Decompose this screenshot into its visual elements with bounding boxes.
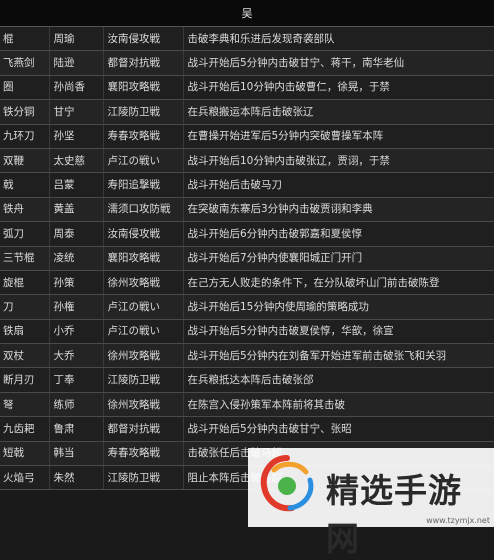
officer-cell: 孙尚香 (49, 75, 104, 101)
officer-cell: 孙坚 (49, 124, 104, 149)
table-row: 棍周瑜 汝南侵攻戦 击破李典和乐进后发现奇袭部队 (0, 27, 494, 52)
watermark-url: www.tzymjx.net (426, 516, 490, 525)
condition-cell: 战斗开始后6分钟内击破郭嘉和夏侯惇 (183, 221, 494, 247)
weapon-cell: 断月刃 (0, 367, 50, 393)
weapon-cell: 九齿耙 (0, 416, 50, 442)
table-row: 断月刃 丁奉 江陵防卫戦 在兵粮抵达本阵后击破张郃 (0, 367, 494, 393)
officer-cell: 孙策 (49, 270, 104, 296)
stage-cell: 卢江の戦い (103, 148, 184, 174)
officer-cell: 韩当 (49, 441, 104, 467)
condition-cell: 战斗开始后15分钟内使周瑜的策略成功 (183, 294, 494, 320)
stage-cell: 襄阳攻略戦 (103, 246, 184, 271)
table-row: 弧刀 周泰 汝南侵攻戦 战斗开始后6分钟内击破郭嘉和夏侯惇 (0, 221, 494, 247)
stage-cell: 寿春攻略戦 (103, 124, 184, 149)
table-row: 三节棍 凌统 襄阳攻略戦 战斗开始后7分钟内使襄阳城正门开门 (0, 246, 494, 271)
condition-cell: 战斗开始后5分钟内击破夏侯惇，华歆，徐宣 (183, 319, 494, 345)
stage-cell: 徐州攻略戦 (103, 343, 184, 369)
table-row: 弩练师 徐州攻略戦 在陈宫入侵孙策军本阵前将其击破 (0, 392, 494, 418)
weapon-cell: 火焔弓 (0, 465, 50, 491)
condition-cell: 在陈宫入侵孙策军本阵前将其击破 (183, 392, 494, 418)
table-row: 飞燕剑 陆逊 都督对抗戦 战斗开始后5分钟内击破甘宁、蒋干，南华老仙 (0, 50, 494, 76)
officer-cell: 周泰 (49, 221, 104, 247)
weapon-table-image: 吴 棍周瑜 汝南侵攻戦 击破李典和乐进后发现奇袭部队 飞燕剑 陆逊 都督对抗戦 战斗开始后5… (0, 0, 494, 558)
weapon-cell: 圈 (0, 75, 50, 101)
condition-cell: 在兵粮抵达本阵后击破张郃 (183, 367, 494, 393)
table-row: 九齿耙 鲁肃 都督对抗戦 战斗开始后5分钟内击破甘宁、张昭 (0, 416, 494, 442)
stage-cell: 江陵防卫戦 (103, 367, 184, 393)
table-row: 铁舟 黄盖 濡须口攻防戦 在突破南东寨后3分钟内击破贾诩和李典 (0, 197, 494, 223)
weapon-cell: 铁舟 (0, 197, 50, 223)
stage-cell: 汝南侵攻戦 (103, 27, 184, 52)
stage-cell: 徐州攻略戦 (103, 270, 184, 296)
officer-cell: 黄盖 (49, 197, 104, 223)
officer-cell: 周瑜 (49, 27, 104, 52)
condition-cell: 在突破南东寨后3分钟内击破贾诩和李典 (183, 197, 494, 223)
weapon-cell: 三节棍 (0, 246, 50, 271)
officer-cell: 大乔 (49, 343, 104, 369)
stage-cell: 徐州攻略戦 (103, 392, 184, 418)
table-row: 旋棍 孙策 徐州攻略戦 在己方无人败走的条件下，在分队破坏山门前击破陈登 (0, 270, 494, 296)
officer-cell: 鲁肃 (49, 416, 104, 442)
condition-cell: 战斗开始后5分钟内击破甘宁、蒋干，南华老仙 (183, 50, 494, 76)
officer-cell: 朱然 (49, 465, 104, 491)
table-row: 铁分铜 甘宁 江陵防卫戦 在兵粮搬运本阵后击破张辽 (0, 99, 494, 125)
condition-cell: 战斗开始后7分钟内使襄阳城正门开门 (183, 246, 494, 271)
stage-cell: 寿春攻略戦 (103, 441, 184, 467)
weapon-cell: 旋棍 (0, 270, 50, 296)
table-row: 戟吕蒙 寿阳追撃戦 战斗开始后击破马刀 (0, 172, 494, 198)
condition-cell: 战斗开始后5分钟内在刘备军开始进军前击破张飞和关羽 (183, 343, 494, 369)
weapon-cell: 弩 (0, 392, 50, 418)
stage-cell: 都督对抗戦 (103, 416, 184, 442)
condition-cell: 在己方无人败走的条件下，在分队破坏山门前击破陈登 (183, 270, 494, 296)
condition-cell: 战斗开始后击破马刀 (183, 172, 494, 198)
site-logo-icon (260, 455, 314, 512)
officer-cell: 丁奉 (49, 367, 104, 393)
stage-cell: 襄阳攻略戦 (103, 75, 184, 101)
condition-cell: 战斗开始后10分钟内击破张辽，贾诩，于禁 (183, 148, 494, 174)
stage-cell: 寿阳追撃戦 (103, 172, 184, 198)
table-row: 九环刀 孙坚 寿春攻略戦 在曹操开始进军后5分钟内突破曹操军本阵 (0, 124, 494, 149)
condition-cell: 战斗开始后10分钟内击破曹仁，徐晃，于禁 (183, 75, 494, 101)
weapon-cell: 飞燕剑 (0, 50, 50, 76)
table-row: 圈孙尚香 襄阳攻略戦 战斗开始后10分钟内击破曹仁，徐晃，于禁 (0, 75, 494, 101)
watermark-text: 精选手游网 (326, 471, 462, 558)
weapon-cell: 铁分铜 (0, 99, 50, 125)
officer-cell: 凌统 (49, 246, 104, 271)
stage-cell: 卢江の戦い (103, 319, 184, 345)
weapon-cell: 双鞭 (0, 148, 50, 174)
table-row: 铁扇 小乔 卢江の戦い 战斗开始后5分钟内击破夏侯惇，华歆，徐宣 (0, 319, 494, 345)
officer-cell: 甘宁 (49, 99, 104, 125)
weapon-cell: 戟 (0, 172, 50, 198)
weapon-cell: 双杖 (0, 343, 50, 369)
site-watermark: 精选手游网 www.tzymjx.net (248, 448, 494, 558)
officer-cell: 陆逊 (49, 50, 104, 76)
weapon-cell: 棍 (0, 27, 50, 52)
weapon-cell: 刀 (0, 294, 50, 320)
stage-cell: 江陵防卫戦 (103, 465, 184, 491)
condition-cell: 在曹操开始进军后5分钟内突破曹操军本阵 (183, 124, 494, 149)
officer-cell: 孙権 (49, 294, 104, 320)
officer-cell: 太史慈 (49, 148, 104, 174)
table-row: 双杖 大乔 徐州攻略戦 战斗开始后5分钟内在刘备军开始进军前击破张飞和关羽 (0, 343, 494, 369)
officer-cell: 练师 (49, 392, 104, 418)
table-row: 刀孙権 卢江の戦い 战斗开始后15分钟内使周瑜的策略成功 (0, 294, 494, 320)
stage-cell: 濡须口攻防戦 (103, 197, 184, 223)
condition-cell: 在兵粮搬运本阵后击破张辽 (183, 99, 494, 125)
officer-cell: 小乔 (49, 319, 104, 345)
weapon-cell: 短戟 (0, 441, 50, 467)
stage-cell: 卢江の戦い (103, 294, 184, 320)
condition-cell: 战斗开始后5分钟内击破甘宁、张昭 (183, 416, 494, 442)
weapon-cell: 弧刀 (0, 221, 50, 247)
weapon-cell: 九环刀 (0, 124, 50, 149)
weapon-cell: 铁扇 (0, 319, 50, 345)
weapon-table: 棍周瑜 汝南侵攻戦 击破李典和乐进后发现奇袭部队 飞燕剑 陆逊 都督对抗戦 战斗开始后5分钟… (0, 27, 494, 491)
officer-cell: 吕蒙 (49, 172, 104, 198)
stage-cell: 江陵防卫戦 (103, 99, 184, 125)
stage-cell: 汝南侵攻戦 (103, 221, 184, 247)
stage-cell: 都督对抗戦 (103, 50, 184, 76)
condition-cell: 击破李典和乐进后发现奇袭部队 (183, 27, 494, 52)
table-title: 吴 (0, 0, 494, 27)
table-row: 双鞭 太史慈 卢江の戦い 战斗开始后10分钟内击破张辽，贾诩，于禁 (0, 148, 494, 174)
